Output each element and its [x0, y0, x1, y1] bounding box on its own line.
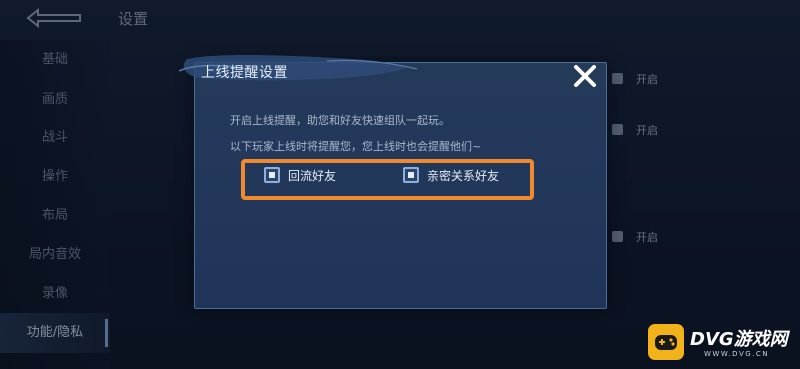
watermark-brand: DVG游戏网: [690, 329, 788, 350]
option-label: 回流好友: [288, 169, 337, 183]
site-watermark: DVG游戏网 WWW.DVG.CN: [648, 322, 796, 366]
dialog-header: 上线提醒设置: [177, 51, 427, 91]
dialog-title: 上线提醒设置: [201, 65, 288, 81]
close-icon: [574, 65, 596, 87]
checkbox[interactable]: [403, 167, 419, 183]
gamepad-icon: [648, 324, 684, 360]
close-button[interactable]: [571, 62, 599, 90]
watermark-url: WWW.DVG.CN: [704, 350, 770, 358]
option-label: 亲密关系好友: [427, 169, 500, 183]
checkbox[interactable]: [264, 167, 280, 183]
dialog-description: 开启上线提醒，助您和好友快速组队一起玩。: [230, 114, 450, 127]
dialog-description-secondary: 以下玩家上线时将提醒您，您上线时也会提醒他们~: [230, 140, 482, 153]
